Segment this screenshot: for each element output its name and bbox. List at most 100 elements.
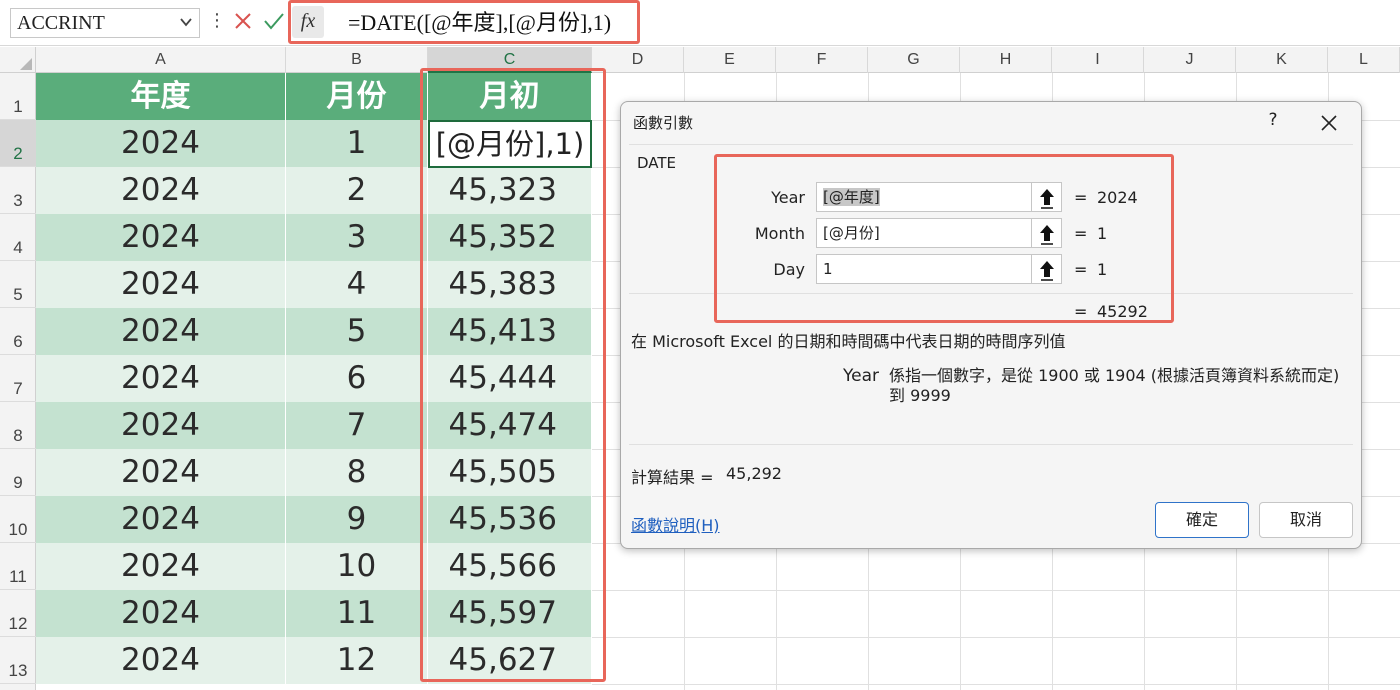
table-row: 2024 9 45,536 [36,496,592,543]
column-header-b[interactable]: B [286,47,428,73]
cell-month[interactable]: 9 [286,496,428,543]
cell-start[interactable]: 45,597 [428,590,592,637]
more-options-icon[interactable]: ⋮ [208,10,226,31]
cell-year[interactable]: 2024 [36,449,286,496]
column-header-a[interactable]: A [36,47,286,73]
arg-label-year: Year [771,188,805,207]
column-header-j[interactable]: J [1144,47,1236,73]
cell-month[interactable]: 1 [286,120,428,167]
formula-result-value: 45292 [1097,302,1148,321]
cell-year[interactable]: 2024 [36,261,286,308]
active-cell[interactable]: [@月份],1) [428,120,592,168]
name-box[interactable]: ACCRINT [10,8,200,38]
cell-start[interactable]: 45,352 [428,214,592,261]
formula-input[interactable]: =DATE([@年度],[@月份],1) [348,8,611,38]
function-help-link[interactable]: 函數說明(H) [631,512,720,536]
row-header-10[interactable]: 10 [0,496,36,543]
column-header-k[interactable]: K [1236,47,1328,73]
cell-month[interactable]: 6 [286,355,428,402]
cell-start[interactable]: 45,323 [428,167,592,214]
row-header-4[interactable]: 4 [0,214,36,261]
cell-start[interactable]: 45,413 [428,308,592,355]
collapse-arrow-icon [1040,189,1054,209]
column-header-e[interactable]: E [684,47,776,73]
cell-month[interactable]: 8 [286,449,428,496]
cell-year[interactable]: 2024 [36,355,286,402]
cell-year[interactable]: 2024 [36,590,286,637]
cell-start[interactable]: 45,383 [428,261,592,308]
table-row: 2024 7 45,474 [36,402,592,449]
cell-start[interactable]: 45,474 [428,402,592,449]
cell-month[interactable]: 11 [286,590,428,637]
row-header-6[interactable]: 6 [0,308,36,355]
cancel-button[interactable]: 取消 [1259,502,1353,538]
row-header-11[interactable]: 11 [0,543,36,590]
year-input-value: [@年度] [823,188,880,206]
year-equals: = [1074,188,1088,207]
year-ref-button[interactable] [1032,182,1062,212]
cell-year[interactable]: 2024 [36,167,286,214]
cell-month[interactable]: 12 [286,637,428,684]
calculation-result-value: 45,292 [726,464,782,483]
cell-year[interactable]: 2024 [36,496,286,543]
column-header-d[interactable]: D [592,47,684,73]
row-header-3[interactable]: 3 [0,167,36,214]
cancel-icon[interactable] [232,10,254,32]
cell-start[interactable]: 45,505 [428,449,592,496]
column-header-i[interactable]: I [1052,47,1144,73]
row-header-12[interactable]: 12 [0,590,36,637]
column-header-h[interactable]: H [960,47,1052,73]
row-header-1[interactable]: 1 [0,73,36,120]
column-header-l[interactable]: L [1328,47,1400,73]
row-header-2[interactable]: 2 [0,120,36,167]
row-header-8[interactable]: 8 [0,402,36,449]
cell-month[interactable]: 2 [286,167,428,214]
cell-year[interactable]: 2024 [36,214,286,261]
year-input[interactable]: [@年度] [816,182,1032,212]
check-icon[interactable] [262,10,286,32]
day-input[interactable]: 1 [816,254,1032,284]
column-header-c[interactable]: C [428,47,592,73]
close-icon[interactable] [1315,110,1343,136]
day-value: 1 [1097,260,1108,279]
row-header-13[interactable]: 13 [0,637,36,684]
row-header-5[interactable]: 5 [0,261,36,308]
table-header-start[interactable]: 月初 [428,73,592,120]
column-header-g[interactable]: G [868,47,960,73]
month-input[interactable]: [@月份] [816,218,1032,248]
cell-year[interactable]: 2024 [36,120,286,167]
function-name: DATE [637,154,677,172]
month-equals: = [1074,224,1088,243]
table-header-month[interactable]: 月份 [286,73,428,120]
row-header-9[interactable]: 9 [0,449,36,496]
cell-month[interactable]: 5 [286,308,428,355]
day-ref-button[interactable] [1032,254,1062,284]
table-row: 2024 11 45,597 [36,590,592,637]
cell-start[interactable]: 45,627 [428,637,592,684]
cell-month[interactable]: 4 [286,261,428,308]
cell-start[interactable]: 45,444 [428,355,592,402]
cell-month[interactable]: 3 [286,214,428,261]
cell-start[interactable]: 45,566 [428,543,592,590]
row-header-column: 1 2 3 4 5 6 7 8 9 10 11 12 13 [0,73,36,690]
table-row: 2024 8 45,505 [36,449,592,496]
column-header-f[interactable]: F [776,47,868,73]
cell-year[interactable]: 2024 [36,308,286,355]
cell-year[interactable]: 2024 [36,402,286,449]
help-icon[interactable]: ? [1261,110,1285,134]
cell-start[interactable]: 45,536 [428,496,592,543]
argument-description: 係指一個數字，是從 1900 或 1904 (根據活頁簿資料系統而定) 到 99… [889,366,1340,405]
month-ref-button[interactable] [1032,218,1062,248]
chevron-down-icon[interactable] [178,14,194,30]
cell-year[interactable]: 2024 [36,637,286,684]
select-all-button[interactable] [0,47,36,73]
table-header-year[interactable]: 年度 [36,73,286,120]
year-value: 2024 [1097,188,1138,207]
row-header-7[interactable]: 7 [0,355,36,402]
cell-month[interactable]: 7 [286,402,428,449]
ok-button[interactable]: 確定 [1155,502,1249,538]
insert-function-button[interactable]: fx [292,6,324,38]
cell-month[interactable]: 10 [286,543,428,590]
table-header-row: 年度 月份 月初 [36,73,592,120]
cell-year[interactable]: 2024 [36,543,286,590]
